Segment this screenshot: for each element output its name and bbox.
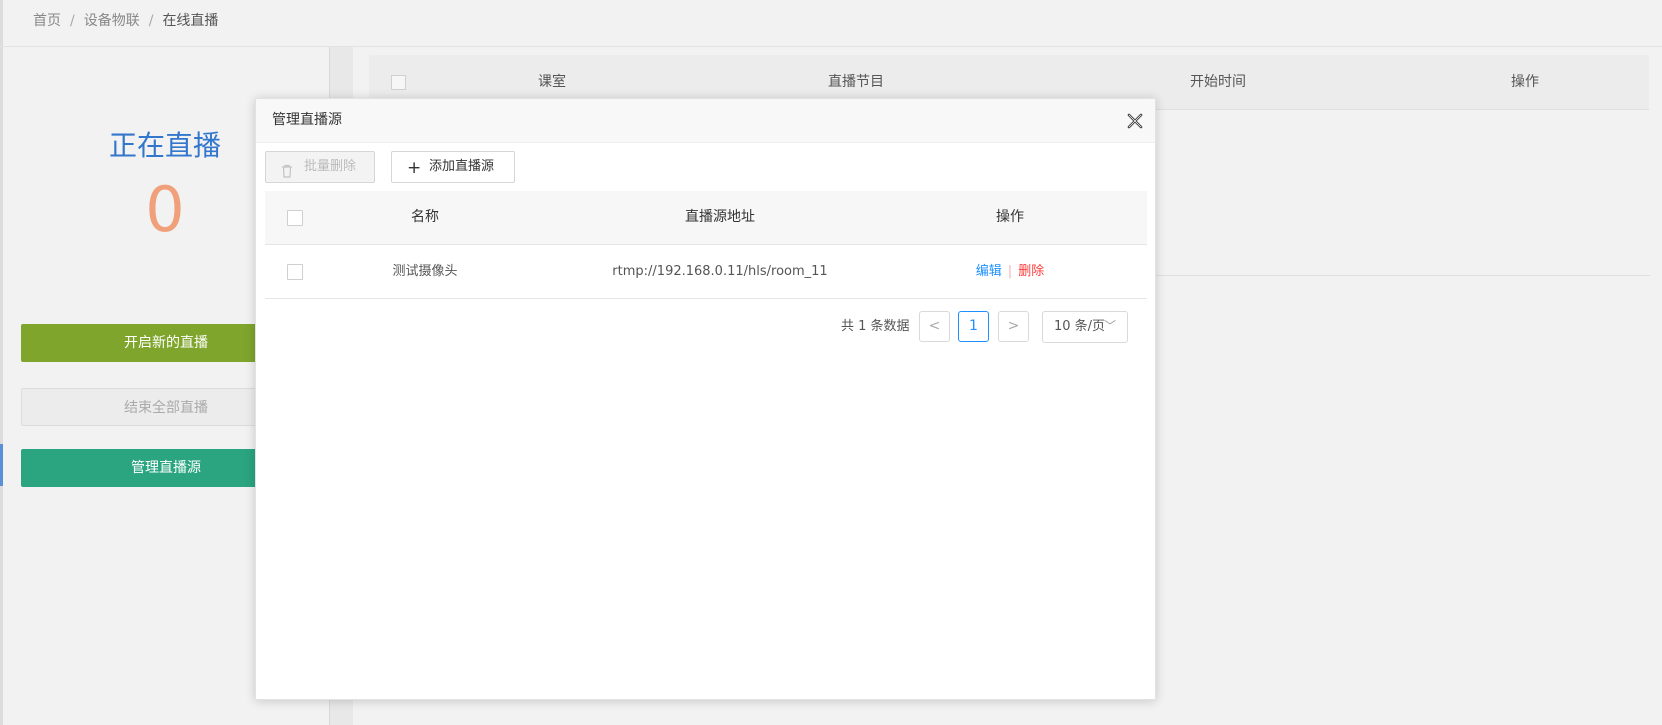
breadcrumb: 首页 / 设备物联 / 在线直播 xyxy=(33,0,218,44)
breadcrumb-current: 在线直播 xyxy=(162,13,219,29)
breadcrumb-separator: / xyxy=(70,13,75,29)
live-table-divider xyxy=(1150,275,1650,276)
column-url: 直播源地址 xyxy=(685,209,755,225)
plus-icon: + xyxy=(407,158,422,178)
column-action: 操作 xyxy=(1511,74,1539,90)
column-action: 操作 xyxy=(996,209,1024,225)
page-1-button[interactable]: 1 xyxy=(958,311,989,342)
edit-link[interactable]: 编辑 xyxy=(976,264,1002,279)
next-page-button[interactable]: > xyxy=(998,311,1029,342)
add-source-label: 添加直播源 xyxy=(429,159,495,174)
action-separator: | xyxy=(1007,264,1013,279)
select-all-checkbox[interactable] xyxy=(287,210,303,226)
breadcrumb-home[interactable]: 首页 xyxy=(33,13,61,29)
close-icon[interactable] xyxy=(1125,111,1145,131)
chevron-left-icon: < xyxy=(928,318,941,334)
delete-link[interactable]: 删除 xyxy=(1018,264,1044,279)
source-url: rtmp://192.168.0.11/hls/room_11 xyxy=(612,264,828,279)
dialog-header: 管理直播源 xyxy=(256,99,1155,143)
table-row: 测试摄像头 rtmp://192.168.0.11/hls/room_11 编辑… xyxy=(265,245,1147,299)
batch-delete-label: 批量删除 xyxy=(304,159,357,174)
prev-page-button[interactable]: < xyxy=(919,311,950,342)
batch-delete-button[interactable]: 批量删除 xyxy=(265,151,375,183)
chevron-right-icon: > xyxy=(1007,318,1020,334)
sources-table-header: 名称 直播源地址 操作 xyxy=(265,191,1147,245)
breadcrumb-module[interactable]: 设备物联 xyxy=(84,13,140,29)
column-name: 名称 xyxy=(411,209,439,225)
add-source-button[interactable]: + 添加直播源 xyxy=(391,151,515,183)
manage-sources-dialog: 管理直播源 批量删除 + 添加直播源 名称 直播源地址 操作 测试摄像头 rtm… xyxy=(255,98,1156,700)
breadcrumb-separator: / xyxy=(148,13,154,29)
pagination-total: 共 1 条数据 xyxy=(841,319,910,334)
trash-icon xyxy=(281,160,293,190)
page-size-select[interactable]: 10 条/页 ﹀ xyxy=(1042,311,1128,343)
source-name: 测试摄像头 xyxy=(392,264,458,279)
column-start-time: 开始时间 xyxy=(1190,74,1246,90)
dialog-title: 管理直播源 xyxy=(272,112,342,128)
sources-table: 名称 直播源地址 操作 测试摄像头 rtmp://192.168.0.11/hl… xyxy=(265,191,1147,299)
row-actions: 编辑 | 删除 xyxy=(965,245,1055,298)
chevron-down-icon: ﹀ xyxy=(1103,319,1116,333)
row-checkbox[interactable] xyxy=(287,264,303,280)
select-all-checkbox[interactable] xyxy=(391,75,406,90)
page-size-value: 10 条/页 xyxy=(1054,319,1106,334)
